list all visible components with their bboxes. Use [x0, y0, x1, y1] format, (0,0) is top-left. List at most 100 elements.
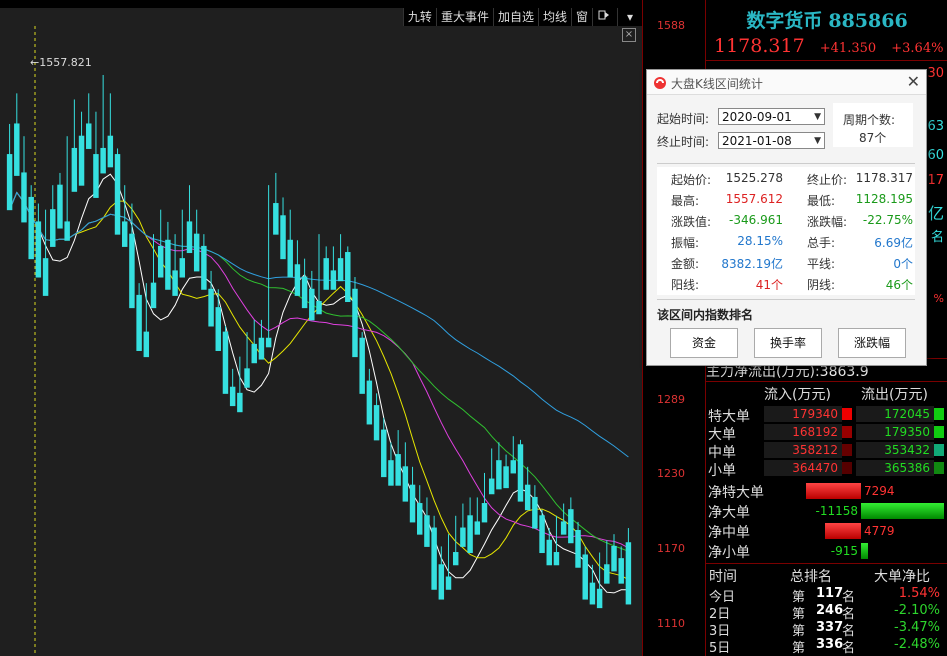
candle-body	[14, 123, 20, 176]
rank-ratio: -3.47%	[894, 620, 940, 635]
candle-body	[517, 444, 524, 502]
net-label: 净小单	[708, 545, 750, 561]
flow-out: 179350	[856, 424, 934, 440]
candle-body	[488, 478, 495, 495]
stat-label: 最低:	[807, 194, 836, 208]
candle-body	[186, 221, 193, 254]
candle-body	[35, 221, 42, 278]
candle-body	[381, 429, 387, 478]
candle-body	[78, 135, 85, 186]
partial-value: 名	[930, 230, 944, 245]
start-time-label: 起始时间:	[657, 112, 710, 126]
candle-body	[280, 215, 286, 260]
axis-label-1110: 1110	[657, 617, 685, 630]
net-value: 4779	[864, 524, 895, 538]
candle-body	[582, 554, 588, 600]
candle-body	[193, 233, 200, 272]
candle-body	[625, 542, 632, 605]
chart-top-strip	[0, 0, 642, 8]
candle-body	[337, 258, 344, 282]
candle-body	[215, 307, 221, 351]
toolbar-jiuzhuan-button[interactable]: 九转	[402, 8, 436, 26]
flow-row: 中单 358212 353432	[706, 442, 947, 461]
candle-body	[431, 527, 437, 590]
candle-body	[265, 337, 272, 348]
candle-body	[496, 460, 502, 490]
stat-label: 金额:	[671, 257, 700, 271]
partial-value: %	[933, 292, 944, 305]
candle-body	[316, 301, 322, 315]
period-count-label: 周期个数:	[843, 113, 896, 127]
rank-by-change-button[interactable]: 涨跌幅	[838, 328, 906, 358]
candle-body	[114, 154, 121, 235]
close-icon[interactable]: ✕	[907, 72, 920, 91]
kline-chart[interactable]: ←1557.821	[0, 0, 642, 656]
candle-body	[143, 331, 150, 358]
candle-body	[359, 337, 365, 394]
end-time-value: 2021-01-08	[722, 134, 792, 148]
toolbar-major-events-button[interactable]: 重大事件	[435, 8, 493, 26]
candle-body	[467, 515, 473, 554]
candle-body	[6, 154, 13, 211]
candle-body	[129, 233, 135, 309]
partial-value: 17	[927, 173, 944, 188]
rank-number: 117	[816, 586, 844, 601]
last-price: 1178.317	[714, 35, 805, 57]
candle-body	[201, 245, 207, 290]
period-count-value: 87个	[859, 131, 887, 145]
flow-in-bar	[842, 444, 852, 456]
candle-body	[532, 496, 538, 529]
divider	[706, 60, 947, 61]
flow-out-header: 流出(万元)	[861, 387, 928, 403]
interval-stats-dialog: 大盘K线区间统计 ✕ 起始时间: 2020-09-01 ▼ 终止时间: 2021…	[646, 69, 927, 366]
toolbar-add-watchlist-button[interactable]: 加自选	[492, 8, 538, 26]
stat-value: 8382.19亿	[721, 257, 783, 271]
toolbar-window-button[interactable]: 窗	[570, 8, 592, 26]
chart-close-icon[interactable]: ×	[622, 28, 636, 42]
candle-body	[596, 588, 603, 609]
app-logo-icon	[654, 77, 666, 89]
flow-out-bar	[934, 444, 944, 456]
rank-suffix: 名	[842, 641, 856, 656]
flow-row: 特大单 179340 172045	[706, 406, 947, 425]
dialog-titlebar[interactable]: 大盘K线区间统计 ✕	[647, 70, 926, 95]
candle-body	[611, 545, 617, 572]
candle-body	[366, 380, 373, 425]
toolbar-ma-button[interactable]: 均线	[537, 8, 571, 26]
candle-body	[64, 221, 70, 241]
rank-header-ratio: 大单净比	[874, 569, 930, 585]
flow-out-bar	[934, 408, 944, 420]
chevron-down-icon: ▼	[814, 112, 821, 122]
candle-body	[258, 337, 265, 360]
chevron-down-icon[interactable]: ▾	[617, 8, 642, 26]
candle-body	[345, 252, 351, 303]
rank-row: 3日 第 337 名 -3.47%	[706, 620, 947, 639]
flow-in: 358212	[764, 442, 842, 458]
candle-body	[452, 552, 459, 566]
flow-out: 172045	[856, 406, 934, 422]
candle-body	[42, 258, 49, 296]
candle-body	[524, 484, 531, 511]
start-time-select[interactable]: 2020-09-01 ▼	[718, 108, 825, 125]
stat-value: -346.961	[729, 213, 783, 227]
axis-label-1170: 1170	[657, 542, 685, 555]
price-row: 1178.317 +41.350 +3.64%	[714, 35, 947, 57]
end-time-select[interactable]: 2021-01-08 ▼	[718, 132, 825, 149]
kline-chart-panel[interactable]: ←1557.821 九转 重大事件 加自选 均线 窗 ▾ ×	[0, 0, 642, 656]
rank-by-fund-button[interactable]: 资金	[670, 328, 738, 358]
stat-value: 1525.278	[725, 171, 783, 185]
flow-label: 小单	[708, 463, 736, 479]
main-flow-value: 3863.9	[819, 364, 869, 380]
chevron-down-icon: ▼	[814, 136, 821, 146]
stat-value: 1178.317	[855, 171, 913, 185]
candle-body	[510, 460, 517, 474]
dialog-title: 大盘K线区间统计	[671, 77, 763, 91]
candle-body	[294, 264, 301, 296]
flow-in: 179340	[764, 406, 842, 422]
stat-value: 1557.612	[725, 192, 783, 206]
net-bar	[861, 503, 944, 519]
arrow-menu-icon[interactable]	[592, 8, 617, 26]
candle-body	[503, 466, 509, 489]
candle-body	[136, 294, 142, 351]
rank-by-turnover-button[interactable]: 换手率	[754, 328, 822, 358]
